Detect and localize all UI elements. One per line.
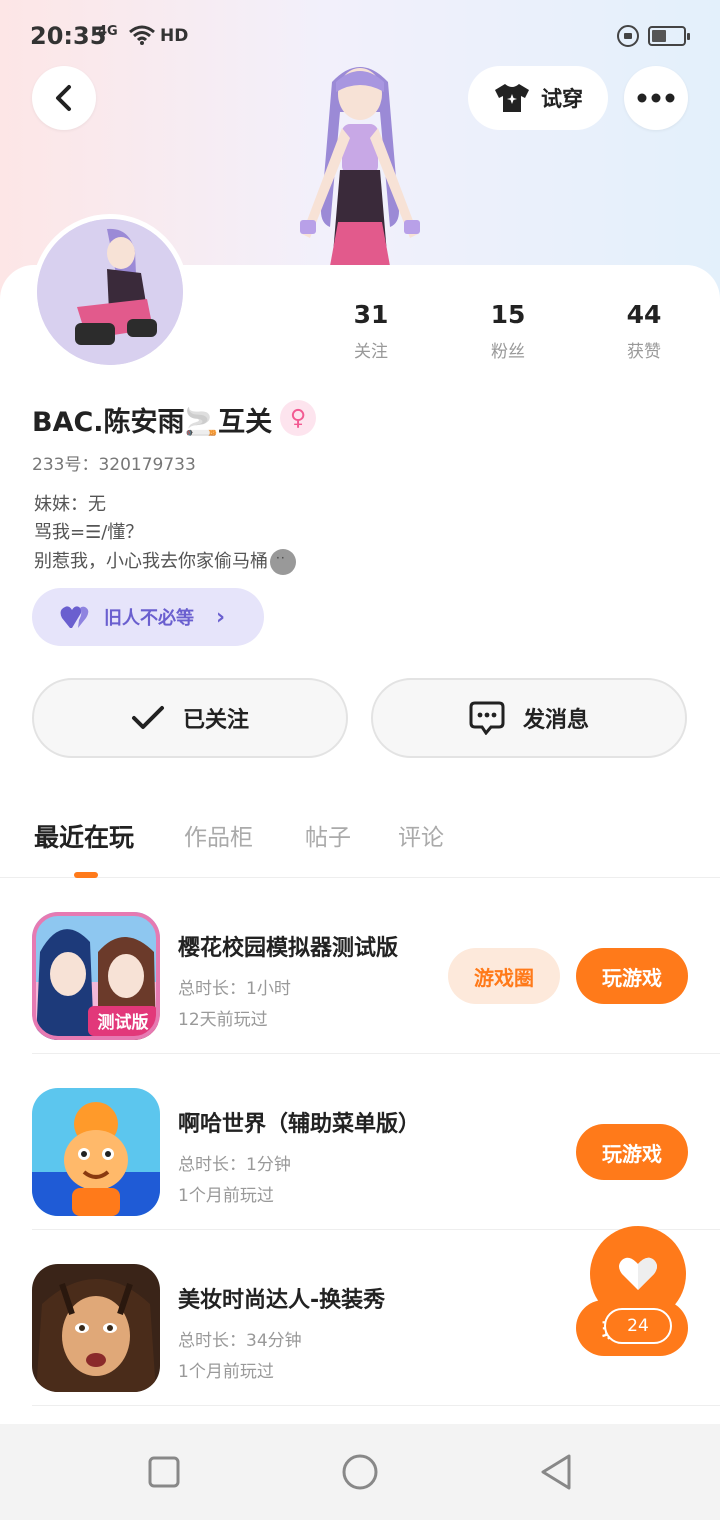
wifi-icon — [128, 24, 156, 50]
square-icon — [148, 1456, 180, 1488]
stat-label: 获赞 — [627, 342, 661, 362]
game-title: 樱花校园模拟器测试版 — [178, 936, 399, 961]
back-nav-button[interactable] — [534, 1450, 578, 1494]
username: BAC.陈安雨🚬互关 — [32, 407, 273, 438]
female-gender-icon: ♀ — [280, 400, 316, 436]
bio-line: 骂我=☰/懂？ — [34, 522, 144, 543]
followed-label: 已关注 — [182, 708, 249, 733]
play-game-button[interactable]: 玩游戏 — [576, 948, 688, 1004]
stat-label: 关注 — [354, 342, 388, 362]
stat-label: 粉丝 — [491, 342, 525, 362]
status-time: 20:35 — [30, 22, 107, 50]
double-heart-icon — [60, 606, 89, 628]
game-icon — [32, 1088, 160, 1216]
game-circle-button[interactable]: 游戏圈 — [448, 948, 560, 1004]
bio-line-with-emoji: 别惹我，小心我去你家偷马桶 — [34, 547, 296, 575]
play-game-button[interactable]: 玩游戏 — [576, 1124, 688, 1180]
heart-icon — [619, 1257, 657, 1290]
tab-recently-played[interactable]: 最近在玩 — [34, 818, 134, 854]
avatar[interactable] — [32, 214, 188, 370]
back-button[interactable] — [32, 66, 96, 130]
battery-icon — [648, 26, 690, 46]
triangle-back-icon — [541, 1454, 571, 1490]
send-message-button[interactable]: 发消息 — [371, 678, 687, 758]
game-last-played: 12天前玩过 — [178, 1010, 268, 1030]
stat-value: 15 — [490, 300, 526, 329]
bio-line: 别惹我，小心我去你家偷马桶 — [34, 551, 268, 572]
game-duration: 总时长：34分钟 — [178, 1331, 302, 1351]
game-title: 啊哈世界（辅助菜单版） — [178, 1112, 421, 1137]
try-on-button[interactable]: 试穿 — [468, 66, 608, 130]
hd-indicator: HD — [160, 26, 189, 46]
more-dots-icon — [637, 93, 675, 103]
network-type: 4G — [98, 24, 118, 39]
tshirt-icon — [495, 84, 529, 112]
stat-value: 44 — [626, 300, 662, 329]
stat-following[interactable]: 31 关注 — [326, 300, 416, 362]
tab-works[interactable]: 作品柜 — [184, 818, 253, 852]
bio-line: 妹妹：无 — [34, 494, 106, 515]
user-id: 233号：320179733 — [32, 455, 196, 475]
profile-tag-badge[interactable]: 旧人不必等 › — [32, 588, 264, 646]
game-title: 美妆时尚达人-换装秀 — [178, 1288, 386, 1313]
game-duration: 总时长：1小时 — [178, 979, 291, 999]
character-figure — [280, 52, 440, 266]
stat-followers[interactable]: 15 粉丝 — [463, 300, 553, 362]
try-on-label: 试穿 — [541, 87, 583, 111]
tab-comments[interactable]: 评论 — [398, 818, 444, 852]
list-item[interactable]: 啊哈世界（辅助菜单版） 总时长：1分钟 1个月前玩过 玩游戏 — [0, 1054, 720, 1230]
send-message-label: 发消息 — [522, 708, 589, 733]
chevron-left-icon — [56, 85, 71, 111]
message-bubble-icon — [469, 701, 505, 735]
checkmark-icon — [131, 706, 164, 729]
game-last-played: 1个月前玩过 — [178, 1362, 274, 1382]
profile-tabs: 最近在玩 作品柜 帖子 评论 — [0, 810, 720, 878]
game-icon-label: 测试版 — [98, 1012, 149, 1033]
game-duration: 总时长：1分钟 — [178, 1155, 291, 1175]
list-item[interactable]: 测试版 樱花校园模拟器测试版 总时长：1小时 12天前玩过 游戏圈 玩游戏 — [0, 878, 720, 1054]
game-icon — [32, 1264, 160, 1392]
like-count-badge: 24 — [604, 1308, 672, 1344]
followed-button[interactable]: 已关注 — [32, 678, 348, 758]
chevron-right-icon: › — [216, 604, 226, 630]
tab-posts[interactable]: 帖子 — [305, 818, 351, 852]
rotation-lock-icon — [617, 25, 639, 47]
game-last-played: 1个月前玩过 — [178, 1186, 274, 1206]
circle-icon — [342, 1454, 378, 1490]
divider — [32, 1405, 720, 1406]
game-icon: 测试版 — [32, 912, 160, 1040]
stat-likes[interactable]: 44 获赞 — [599, 300, 689, 362]
stat-value: 31 — [353, 300, 389, 329]
smiley-emoji-icon — [270, 549, 296, 575]
badge-label: 旧人不必等 — [104, 608, 194, 629]
more-options-button[interactable] — [624, 66, 688, 130]
system-navigation-bar — [0, 1424, 720, 1520]
recent-apps-button[interactable] — [142, 1450, 186, 1494]
home-button[interactable] — [338, 1450, 382, 1494]
